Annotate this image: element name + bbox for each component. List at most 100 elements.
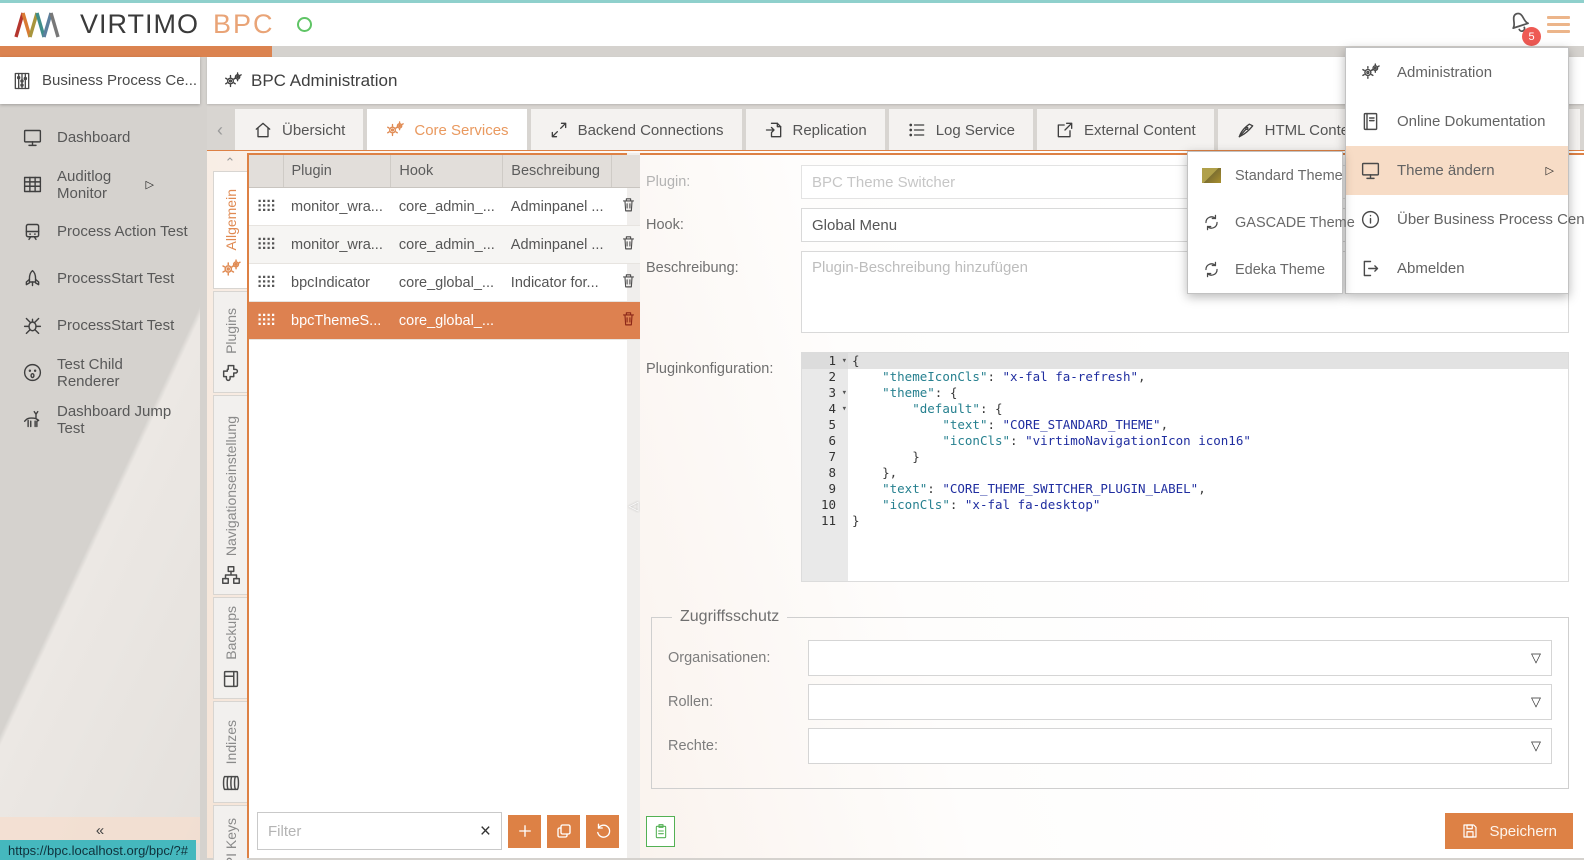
strip-scroll-up-button[interactable]: ⌃ <box>213 155 247 171</box>
drag-handle-icon[interactable] <box>257 274 275 288</box>
reset-button[interactable] <box>586 815 619 848</box>
submenu-item-gascade-theme[interactable]: GASCADE Theme <box>1188 199 1342 246</box>
info-icon <box>1360 209 1381 230</box>
drag-handle-icon[interactable] <box>257 198 275 212</box>
tab-backend-connections[interactable]: Backend Connections <box>531 109 742 151</box>
menu-item-abmelden[interactable]: Abmelden <box>1346 244 1568 293</box>
line-number[interactable]: 2 <box>802 369 848 385</box>
sidebar-item-list: Dashboard Auditlog Monitor ▷ Process Act… <box>0 104 200 443</box>
column-header[interactable]: Beschreibung <box>503 155 612 188</box>
line-number[interactable]: 4▾ <box>802 401 848 417</box>
add-plugin-button[interactable] <box>508 815 541 848</box>
db-icon <box>220 772 242 794</box>
delete-row-icon[interactable] <box>620 233 637 252</box>
book-icon <box>1360 111 1381 132</box>
line-number[interactable]: 1▾ <box>802 353 848 369</box>
sidebar-item[interactable]: ProcessStart Test <box>0 255 200 302</box>
fold-icon[interactable]: ▾ <box>842 385 847 401</box>
tab-übersicht[interactable]: Übersicht <box>235 109 363 151</box>
sidebar-item[interactable]: Test Child Renderer <box>0 349 200 396</box>
access-row-combobox[interactable]: ▽ <box>808 640 1552 676</box>
sidebar-item[interactable]: Process Action Test <box>0 208 200 255</box>
line-number[interactable]: 10 <box>802 497 848 513</box>
line-number[interactable]: 5 <box>802 417 848 433</box>
line-number[interactable]: 6 <box>802 433 848 449</box>
sidebar-item-label: Process Action Test <box>57 223 188 240</box>
tab-core-services[interactable]: Core Services <box>367 109 526 151</box>
global-menu-button[interactable] <box>1547 16 1570 33</box>
menu-item-theme-ändern[interactable]: Theme ändern ▷ <box>1346 146 1568 195</box>
filter-clear-icon[interactable]: × <box>480 822 491 841</box>
table-row[interactable]: monitor_wra... core_admin_... Adminpanel… <box>249 188 645 226</box>
sidebar-item[interactable]: ProcessStart Test <box>0 302 200 349</box>
tab-scroll-left-button[interactable]: ‹ <box>209 120 231 141</box>
access-row-combobox[interactable]: ▽ <box>808 728 1552 764</box>
tab-log-service[interactable]: Log Service <box>889 109 1033 151</box>
tab-label: Log Service <box>936 122 1015 139</box>
archive-icon <box>220 668 242 690</box>
tab-label: Backend Connections <box>578 122 724 139</box>
table-row[interactable]: bpcIndicator core_global_... Indicator f… <box>249 264 645 302</box>
page-title: BPC Administration <box>251 71 397 91</box>
column-header[interactable]: Hook <box>391 155 503 188</box>
cell-plugin: monitor_wra... <box>283 188 391 226</box>
side-tab-api-keys[interactable]: API Keys <box>213 805 247 860</box>
delete-row-icon[interactable] <box>620 195 637 214</box>
table-row[interactable]: monitor_wra... core_admin_... Adminpanel… <box>249 226 645 264</box>
delete-row-icon[interactable] <box>620 309 637 328</box>
side-tab-indizes[interactable]: Indizes <box>213 701 247 803</box>
pen-icon <box>1236 120 1256 140</box>
side-tab-navigationseinstellung[interactable]: Navigationseinstellung <box>213 395 247 595</box>
menu-item-administration[interactable]: Administration <box>1346 48 1568 97</box>
virtimo-logo[interactable]: VIRTIMO BPC <box>14 9 312 40</box>
monitor-icon <box>22 127 43 148</box>
code-line: 3▾ "theme": { <box>802 385 1568 401</box>
clipboard-button[interactable] <box>646 816 675 847</box>
fold-icon[interactable]: ▾ <box>842 401 847 417</box>
sidebar-item[interactable]: Dashboard Jump Test <box>0 396 200 443</box>
cell-plugin: monitor_wra... <box>283 226 391 264</box>
copy-plugin-button[interactable] <box>547 815 580 848</box>
code-line: 1▾ { <box>802 353 1568 369</box>
save-button[interactable]: Speichern <box>1445 813 1573 849</box>
line-number[interactable]: 11 <box>802 513 848 529</box>
line-number[interactable]: 3▾ <box>802 385 848 401</box>
menu-item-label: Abmelden <box>1397 260 1465 277</box>
tab-replication[interactable]: Replication <box>746 109 885 151</box>
side-tab-plugins[interactable]: Plugins <box>213 291 247 393</box>
line-number[interactable]: 9 <box>802 481 848 497</box>
table-header-row: PluginHookBeschreibung <box>249 155 645 188</box>
sidebar-item[interactable]: Auditlog Monitor ▷ <box>0 161 200 208</box>
sidebar-item[interactable]: Dashboard <box>0 114 200 161</box>
refresh-icon <box>1202 213 1221 232</box>
sidebar-header[interactable]: Business Process Ce... <box>0 57 200 104</box>
submenu-item-standard-theme[interactable]: Standard Theme <box>1188 152 1342 199</box>
rocket-icon <box>22 268 43 289</box>
fold-icon[interactable]: ▾ <box>842 353 847 369</box>
line-number[interactable]: 7 <box>802 449 848 465</box>
drag-handle-icon[interactable] <box>257 312 275 326</box>
tab-label: Replication <box>793 122 867 139</box>
filter-input[interactable] <box>268 823 480 840</box>
side-tab-backups[interactable]: Backups <box>213 597 247 699</box>
code-line: 5 "text": "CORE_STANDARD_THEME", <box>802 417 1568 433</box>
drag-handle-icon[interactable] <box>257 236 275 250</box>
column-header[interactable]: Plugin <box>283 155 391 188</box>
table-row[interactable]: bpcThemeS... core_global_... <box>249 302 645 340</box>
cell-description: Indicator for... <box>503 264 612 302</box>
orgchart-icon <box>220 564 242 586</box>
menu-item-label: Über Business Process Center <box>1397 211 1584 228</box>
menu-item-online-dokumentation[interactable]: Online Dokumentation <box>1346 97 1568 146</box>
menu-item-über-business-process-center[interactable]: Über Business Process Center <box>1346 195 1568 244</box>
notifications-button[interactable]: 5 <box>1505 9 1531 40</box>
save-button-label: Speichern <box>1489 823 1557 840</box>
delete-row-icon[interactable] <box>620 271 637 290</box>
side-tab-allgemein[interactable]: Allgemein <box>213 171 247 289</box>
access-row: Rechte: ▽ <box>668 728 1552 764</box>
cell-plugin: bpcIndicator <box>283 264 391 302</box>
tab-external-content[interactable]: External Content <box>1037 109 1214 151</box>
submenu-item-edeka-theme[interactable]: Edeka Theme <box>1188 246 1342 293</box>
plugin-config-editor[interactable]: 1▾ { 2 "themeIconCls": "x-fal fa-refresh… <box>801 352 1569 582</box>
line-number[interactable]: 8 <box>802 465 848 481</box>
access-row-combobox[interactable]: ▽ <box>808 684 1552 720</box>
